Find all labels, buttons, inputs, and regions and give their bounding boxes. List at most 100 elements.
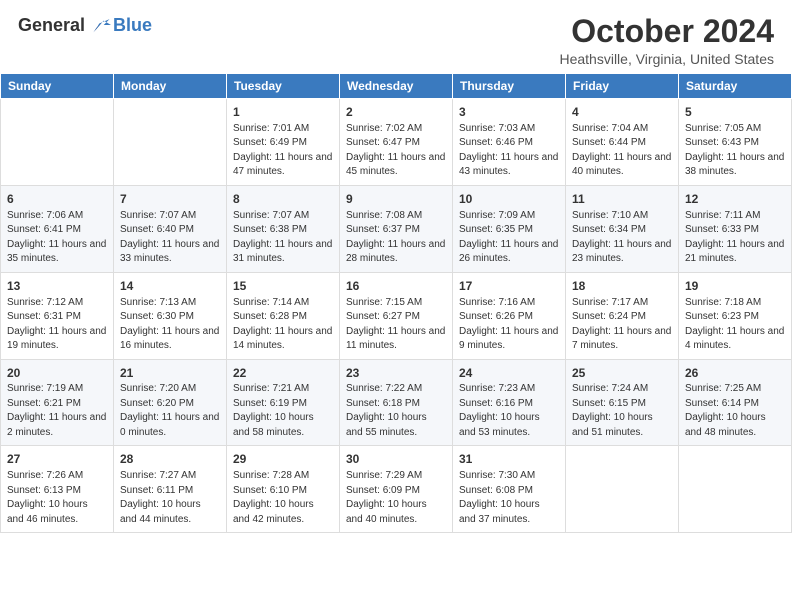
day-number: 6 xyxy=(7,191,107,208)
calendar-header-row: SundayMondayTuesdayWednesdayThursdayFrid… xyxy=(1,74,792,99)
day-detail: Sunrise: 7:10 AMSunset: 6:34 PMDaylight:… xyxy=(572,209,672,267)
day-number: 7 xyxy=(120,191,220,208)
logo: General Blue xyxy=(18,14,152,36)
calendar-day-cell: 12Sunrise: 7:11 AMSunset: 6:33 PMDayligh… xyxy=(679,185,792,272)
day-number: 28 xyxy=(120,451,220,468)
day-number: 17 xyxy=(459,278,559,295)
day-detail: Sunrise: 7:30 AMSunset: 6:08 PMDaylight:… xyxy=(459,469,559,527)
day-detail: Sunrise: 7:06 AMSunset: 6:41 PMDaylight:… xyxy=(7,209,107,267)
day-detail: Sunrise: 7:16 AMSunset: 6:26 PMDaylight:… xyxy=(459,296,559,354)
day-detail: Sunrise: 7:08 AMSunset: 6:37 PMDaylight:… xyxy=(346,209,446,267)
calendar-week-row: 6Sunrise: 7:06 AMSunset: 6:41 PMDaylight… xyxy=(1,185,792,272)
calendar-day-cell: 20Sunrise: 7:19 AMSunset: 6:21 PMDayligh… xyxy=(1,359,114,446)
day-number: 16 xyxy=(346,278,446,295)
day-number: 23 xyxy=(346,365,446,382)
day-detail: Sunrise: 7:11 AMSunset: 6:33 PMDaylight:… xyxy=(685,209,785,267)
calendar-day-cell: 25Sunrise: 7:24 AMSunset: 6:15 PMDayligh… xyxy=(566,359,679,446)
day-number: 8 xyxy=(233,191,333,208)
calendar-day-header: Wednesday xyxy=(340,74,453,99)
day-detail: Sunrise: 7:28 AMSunset: 6:10 PMDaylight:… xyxy=(233,469,333,527)
day-number: 12 xyxy=(685,191,785,208)
calendar-day-cell: 7Sunrise: 7:07 AMSunset: 6:40 PMDaylight… xyxy=(114,185,227,272)
calendar-day-cell: 21Sunrise: 7:20 AMSunset: 6:20 PMDayligh… xyxy=(114,359,227,446)
calendar-day-cell: 14Sunrise: 7:13 AMSunset: 6:30 PMDayligh… xyxy=(114,272,227,359)
day-detail: Sunrise: 7:23 AMSunset: 6:16 PMDaylight:… xyxy=(459,382,559,440)
calendar-day-cell: 15Sunrise: 7:14 AMSunset: 6:28 PMDayligh… xyxy=(227,272,340,359)
calendar-day-cell: 10Sunrise: 7:09 AMSunset: 6:35 PMDayligh… xyxy=(453,185,566,272)
day-detail: Sunrise: 7:09 AMSunset: 6:35 PMDaylight:… xyxy=(459,209,559,267)
day-number: 5 xyxy=(685,104,785,121)
calendar-day-cell xyxy=(566,446,679,533)
calendar-day-cell: 5Sunrise: 7:05 AMSunset: 6:43 PMDaylight… xyxy=(679,99,792,186)
calendar-week-row: 27Sunrise: 7:26 AMSunset: 6:13 PMDayligh… xyxy=(1,446,792,533)
day-detail: Sunrise: 7:07 AMSunset: 6:38 PMDaylight:… xyxy=(233,209,333,267)
day-number: 1 xyxy=(233,104,333,121)
calendar-day-cell: 18Sunrise: 7:17 AMSunset: 6:24 PMDayligh… xyxy=(566,272,679,359)
calendar-day-cell: 17Sunrise: 7:16 AMSunset: 6:26 PMDayligh… xyxy=(453,272,566,359)
day-detail: Sunrise: 7:02 AMSunset: 6:47 PMDaylight:… xyxy=(346,122,446,180)
day-number: 14 xyxy=(120,278,220,295)
calendar-day-cell: 29Sunrise: 7:28 AMSunset: 6:10 PMDayligh… xyxy=(227,446,340,533)
day-detail: Sunrise: 7:14 AMSunset: 6:28 PMDaylight:… xyxy=(233,296,333,354)
month-title: October 2024 xyxy=(559,14,774,49)
day-number: 4 xyxy=(572,104,672,121)
calendar-week-row: 13Sunrise: 7:12 AMSunset: 6:31 PMDayligh… xyxy=(1,272,792,359)
calendar-day-cell: 28Sunrise: 7:27 AMSunset: 6:11 PMDayligh… xyxy=(114,446,227,533)
calendar-day-cell: 26Sunrise: 7:25 AMSunset: 6:14 PMDayligh… xyxy=(679,359,792,446)
calendar-day-cell: 24Sunrise: 7:23 AMSunset: 6:16 PMDayligh… xyxy=(453,359,566,446)
day-number: 24 xyxy=(459,365,559,382)
day-detail: Sunrise: 7:12 AMSunset: 6:31 PMDaylight:… xyxy=(7,296,107,354)
day-number: 9 xyxy=(346,191,446,208)
calendar-day-header: Friday xyxy=(566,74,679,99)
logo-general-text: General xyxy=(18,15,85,36)
day-detail: Sunrise: 7:17 AMSunset: 6:24 PMDaylight:… xyxy=(572,296,672,354)
day-number: 27 xyxy=(7,451,107,468)
day-detail: Sunrise: 7:04 AMSunset: 6:44 PMDaylight:… xyxy=(572,122,672,180)
calendar-day-cell: 6Sunrise: 7:06 AMSunset: 6:41 PMDaylight… xyxy=(1,185,114,272)
calendar-day-cell: 16Sunrise: 7:15 AMSunset: 6:27 PMDayligh… xyxy=(340,272,453,359)
day-number: 29 xyxy=(233,451,333,468)
logo-blue-text: Blue xyxy=(113,15,152,36)
calendar-day-cell xyxy=(679,446,792,533)
calendar-day-cell: 23Sunrise: 7:22 AMSunset: 6:18 PMDayligh… xyxy=(340,359,453,446)
day-number: 30 xyxy=(346,451,446,468)
day-detail: Sunrise: 7:03 AMSunset: 6:46 PMDaylight:… xyxy=(459,122,559,180)
day-number: 19 xyxy=(685,278,785,295)
day-number: 13 xyxy=(7,278,107,295)
calendar-day-cell: 27Sunrise: 7:26 AMSunset: 6:13 PMDayligh… xyxy=(1,446,114,533)
calendar-table: SundayMondayTuesdayWednesdayThursdayFrid… xyxy=(0,73,792,533)
calendar-day-cell: 19Sunrise: 7:18 AMSunset: 6:23 PMDayligh… xyxy=(679,272,792,359)
calendar-day-cell: 3Sunrise: 7:03 AMSunset: 6:46 PMDaylight… xyxy=(453,99,566,186)
day-number: 18 xyxy=(572,278,672,295)
day-detail: Sunrise: 7:24 AMSunset: 6:15 PMDaylight:… xyxy=(572,382,672,440)
calendar-day-cell: 30Sunrise: 7:29 AMSunset: 6:09 PMDayligh… xyxy=(340,446,453,533)
day-detail: Sunrise: 7:21 AMSunset: 6:19 PMDaylight:… xyxy=(233,382,333,440)
day-number: 2 xyxy=(346,104,446,121)
day-detail: Sunrise: 7:19 AMSunset: 6:21 PMDaylight:… xyxy=(7,382,107,440)
title-block: October 2024 Heathsville, Virginia, Unit… xyxy=(559,14,774,67)
calendar-day-cell: 31Sunrise: 7:30 AMSunset: 6:08 PMDayligh… xyxy=(453,446,566,533)
page-header: General Blue October 2024 Heathsville, V… xyxy=(0,0,792,73)
calendar-day-cell: 22Sunrise: 7:21 AMSunset: 6:19 PMDayligh… xyxy=(227,359,340,446)
calendar-day-cell: 1Sunrise: 7:01 AMSunset: 6:49 PMDaylight… xyxy=(227,99,340,186)
calendar-day-cell: 9Sunrise: 7:08 AMSunset: 6:37 PMDaylight… xyxy=(340,185,453,272)
calendar-day-header: Saturday xyxy=(679,74,792,99)
day-detail: Sunrise: 7:01 AMSunset: 6:49 PMDaylight:… xyxy=(233,122,333,180)
day-detail: Sunrise: 7:26 AMSunset: 6:13 PMDaylight:… xyxy=(7,469,107,527)
day-detail: Sunrise: 7:15 AMSunset: 6:27 PMDaylight:… xyxy=(346,296,446,354)
calendar-week-row: 1Sunrise: 7:01 AMSunset: 6:49 PMDaylight… xyxy=(1,99,792,186)
calendar-day-cell xyxy=(114,99,227,186)
day-detail: Sunrise: 7:20 AMSunset: 6:20 PMDaylight:… xyxy=(120,382,220,440)
day-detail: Sunrise: 7:13 AMSunset: 6:30 PMDaylight:… xyxy=(120,296,220,354)
day-number: 15 xyxy=(233,278,333,295)
day-detail: Sunrise: 7:27 AMSunset: 6:11 PMDaylight:… xyxy=(120,469,220,527)
calendar-day-header: Thursday xyxy=(453,74,566,99)
calendar-day-cell: 2Sunrise: 7:02 AMSunset: 6:47 PMDaylight… xyxy=(340,99,453,186)
location-title: Heathsville, Virginia, United States xyxy=(559,51,774,67)
day-detail: Sunrise: 7:22 AMSunset: 6:18 PMDaylight:… xyxy=(346,382,446,440)
day-detail: Sunrise: 7:29 AMSunset: 6:09 PMDaylight:… xyxy=(346,469,446,527)
day-number: 10 xyxy=(459,191,559,208)
day-number: 26 xyxy=(685,365,785,382)
calendar-day-header: Monday xyxy=(114,74,227,99)
day-detail: Sunrise: 7:18 AMSunset: 6:23 PMDaylight:… xyxy=(685,296,785,354)
